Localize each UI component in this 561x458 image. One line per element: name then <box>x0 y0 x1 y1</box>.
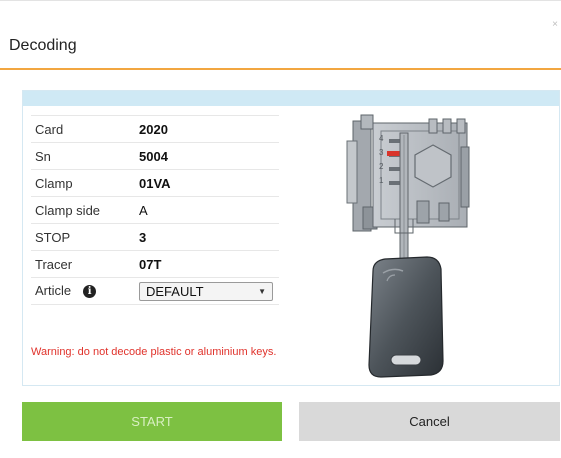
info-value: 07T <box>139 250 279 278</box>
info-row-card: Card 2020 <box>31 115 279 143</box>
info-value: 5004 <box>139 142 279 170</box>
dialog-title: Decoding <box>9 37 77 54</box>
info-label: STOP <box>31 223 139 251</box>
info-row-sn: Sn 5004 <box>31 142 279 170</box>
info-row-stop: STOP 3 <box>31 223 279 251</box>
article-select-cell: DEFAULT ▼ <box>139 277 279 305</box>
key-head <box>368 256 444 378</box>
clamp-body <box>372 118 470 228</box>
info-row-clamp-side: Clamp side A <box>31 196 279 224</box>
decoding-panel: Card 2020 Sn 5004 Clamp 01VA Clamp side … <box>22 90 560 386</box>
article-label: Article <box>35 283 72 299</box>
header-divider <box>0 68 561 70</box>
key-in-clamp-illustration: 4 3 2 1 <box>346 114 470 378</box>
info-row-article: Article i DEFAULT ▼ <box>31 277 279 305</box>
warning-message: Warning: do not decode plastic or alumin… <box>31 346 277 358</box>
panel-header-band <box>23 91 559 106</box>
scale-mark: 2 <box>379 162 384 171</box>
info-value: 01VA <box>139 169 279 197</box>
decoding-info-table: Card 2020 Sn 5004 Clamp 01VA Clamp side … <box>31 115 279 305</box>
close-icon[interactable]: × <box>552 20 558 30</box>
chevron-down-icon: ▼ <box>258 286 266 296</box>
info-label: Sn <box>31 142 139 170</box>
info-value: 3 <box>139 223 279 251</box>
info-value: 2020 <box>139 115 279 143</box>
info-label: Tracer <box>31 250 139 278</box>
article-selected-value: DEFAULT <box>146 283 204 299</box>
info-row-clamp: Clamp 01VA <box>31 169 279 197</box>
info-icon[interactable]: i <box>83 284 97 298</box>
article-label-cell: Article i <box>31 277 139 305</box>
scale-mark: 1 <box>379 176 384 185</box>
top-border <box>0 0 561 1</box>
info-label: Clamp side <box>31 196 139 224</box>
scale-mark: 4 <box>379 134 384 143</box>
article-select[interactable]: DEFAULT ▼ <box>139 281 273 301</box>
info-value: A <box>139 196 279 224</box>
scale-mark: 3 <box>379 148 384 157</box>
info-label: Clamp <box>31 169 139 197</box>
cancel-button[interactable]: Cancel <box>299 402 560 441</box>
info-label: Card <box>31 115 139 143</box>
info-row-tracer: Tracer 07T <box>31 250 279 278</box>
start-button[interactable]: START <box>22 402 282 441</box>
decoding-dialog: × Decoding Card 2020 Sn 5004 Clamp 01VA … <box>0 0 561 458</box>
